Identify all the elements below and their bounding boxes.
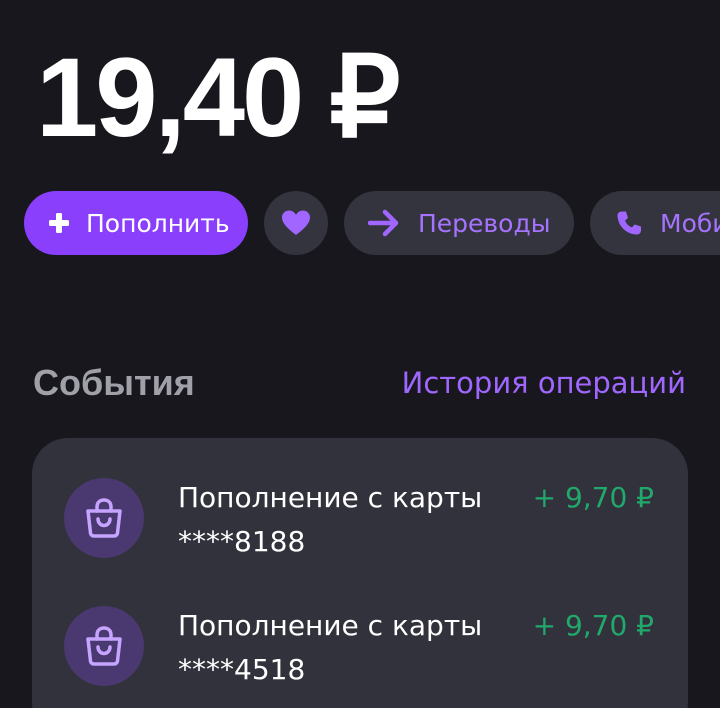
favorites-button[interactable] [264,191,328,255]
event-title: Пополнение с карты ****8188 [178,481,483,558]
event-avatar [64,478,144,558]
event-row[interactable]: Пополнение с карты ****4518 + 9,70 ₽ [32,588,688,698]
quick-actions-bar: Пополнить Переводы Мобильн [24,191,720,255]
mobile-payment-button[interactable]: Мобильная связь [590,191,720,255]
transfers-label: Переводы [418,208,551,238]
top-up-label: Пополнить [86,208,230,238]
event-amount: + 9,70 ₽ [532,609,654,642]
event-amount: + 9,70 ₽ [532,481,654,514]
event-avatar [64,606,144,686]
history-link[interactable]: История операций [402,366,686,400]
balance-amount: 19,40 ₽ [36,35,401,160]
events-card: Пополнение с карты ****8188 + 9,70 ₽ Поп… [32,438,688,708]
event-row[interactable]: Пополнение с карты ****8188 + 9,70 ₽ [32,460,688,570]
shopping-bag-icon [83,625,125,667]
top-up-button[interactable]: Пополнить [24,191,248,255]
wallet-screen: 19,40 ₽ Пополнить Переводы Моб События И… [0,0,720,708]
plus-icon [48,212,70,234]
event-title: Пополнение с карты ****4518 [178,609,483,686]
heart-icon [281,209,311,237]
arrow-right-icon [368,208,400,238]
mobile-label: Мобильная связь [660,208,720,238]
shopping-bag-icon [83,497,125,539]
phone-icon [616,210,642,236]
events-heading: События [33,362,195,403]
transfers-button[interactable]: Переводы [344,191,574,255]
